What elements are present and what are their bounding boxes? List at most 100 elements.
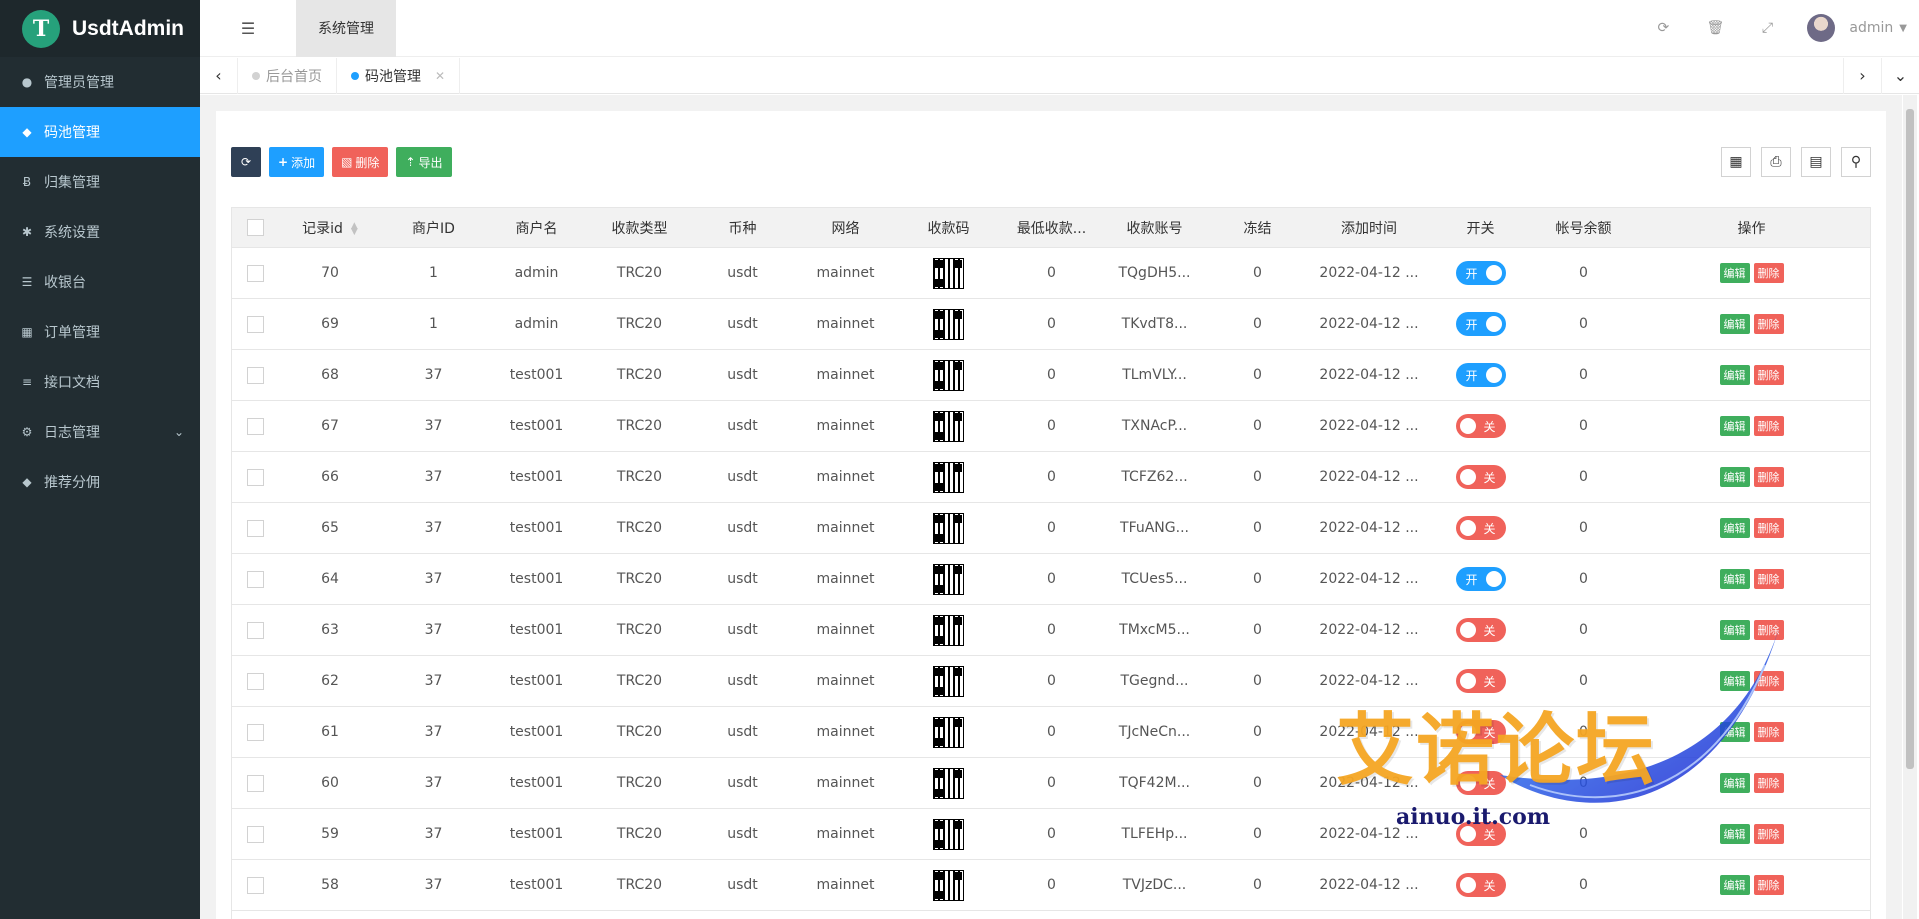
menu-toggle-icon[interactable]: ☰: [200, 0, 296, 57]
user-menu[interactable]: admin ▼: [1793, 14, 1919, 42]
qr-code-icon[interactable]: [933, 665, 964, 697]
status-toggle[interactable]: 开: [1455, 363, 1506, 387]
qr-code-icon[interactable]: [933, 512, 964, 544]
tabs-next-icon[interactable]: ›: [1843, 57, 1881, 94]
sidebar-item-5[interactable]: ▦ 订单管理: [0, 307, 200, 357]
edit-button[interactable]: 编辑: [1719, 722, 1750, 742]
qr-code-icon[interactable]: [933, 767, 964, 799]
export-table-icon[interactable]: ▤: [1801, 147, 1831, 177]
status-toggle[interactable]: 关: [1455, 873, 1506, 897]
delete-row-button[interactable]: 删除: [1753, 416, 1784, 436]
header-tab-system[interactable]: 系统管理: [296, 0, 396, 57]
row-checkbox[interactable]: [246, 774, 264, 792]
edit-button[interactable]: 编辑: [1719, 620, 1750, 640]
tab-home[interactable]: 后台首页: [238, 57, 337, 94]
delete-row-button[interactable]: 删除: [1753, 314, 1784, 334]
fullscreen-icon[interactable]: ⤢: [1741, 20, 1793, 36]
status-toggle[interactable]: 关: [1455, 669, 1506, 693]
print-icon[interactable]: ⎙: [1761, 147, 1791, 177]
delete-row-button[interactable]: 删除: [1753, 824, 1784, 844]
status-toggle[interactable]: 关: [1455, 414, 1506, 438]
edit-button[interactable]: 编辑: [1719, 569, 1750, 589]
edit-button[interactable]: 编辑: [1719, 416, 1750, 436]
status-toggle[interactable]: 关: [1455, 465, 1506, 489]
edit-button[interactable]: 编辑: [1719, 773, 1750, 793]
qr-code-icon[interactable]: [933, 716, 964, 748]
row-checkbox[interactable]: [246, 723, 264, 741]
status-toggle[interactable]: 开: [1455, 312, 1506, 336]
select-all-checkbox[interactable]: [246, 219, 264, 236]
columns-icon[interactable]: ▦: [1721, 147, 1751, 177]
search-icon[interactable]: ⚲: [1841, 147, 1871, 177]
logo[interactable]: T UsdtAdmin: [0, 0, 200, 57]
delete-row-button[interactable]: 删除: [1753, 365, 1784, 385]
delete-row-button[interactable]: 删除: [1753, 671, 1784, 691]
row-checkbox[interactable]: [246, 519, 264, 537]
qr-code-icon[interactable]: [933, 614, 964, 646]
status-toggle[interactable]: 关: [1455, 618, 1506, 642]
qr-code-icon[interactable]: [933, 257, 964, 289]
edit-button[interactable]: 编辑: [1719, 875, 1750, 895]
refresh-button[interactable]: ⟳: [231, 147, 261, 177]
qr-code-icon[interactable]: [933, 869, 964, 901]
export-button[interactable]: ⇡ 导出: [396, 147, 452, 177]
status-toggle[interactable]: 关: [1455, 822, 1506, 846]
qr-code-icon[interactable]: [933, 818, 964, 850]
status-toggle[interactable]: 开: [1455, 261, 1506, 285]
edit-button[interactable]: 编辑: [1719, 824, 1750, 844]
trash-icon[interactable]: 🗑: [1689, 20, 1741, 36]
delete-row-button[interactable]: 删除: [1753, 722, 1784, 742]
delete-row-button[interactable]: 删除: [1753, 620, 1784, 640]
sort-icon[interactable]: ▲ ▼: [351, 221, 358, 236]
tab-code-pool[interactable]: 码池管理 ✕: [337, 57, 461, 94]
tabs-dropdown-icon[interactable]: ⌄: [1881, 57, 1919, 94]
row-checkbox[interactable]: [246, 315, 264, 333]
delete-row-button[interactable]: 删除: [1753, 875, 1784, 895]
status-toggle[interactable]: 关: [1455, 516, 1506, 540]
qr-code-icon[interactable]: [933, 359, 964, 391]
delete-row-button[interactable]: 删除: [1753, 467, 1784, 487]
edit-button[interactable]: 编辑: [1719, 263, 1750, 283]
edit-button[interactable]: 编辑: [1719, 314, 1750, 334]
delete-button[interactable]: ▧ 删除: [332, 147, 389, 177]
edit-button[interactable]: 编辑: [1719, 671, 1750, 691]
qr-code-icon[interactable]: [933, 308, 964, 340]
edit-button[interactable]: 编辑: [1719, 365, 1750, 385]
qr-code-icon[interactable]: [933, 410, 964, 442]
page-scrollbar[interactable]: [1903, 95, 1917, 919]
row-checkbox[interactable]: [246, 468, 264, 486]
delete-row-button[interactable]: 删除: [1753, 773, 1784, 793]
sidebar-item-8[interactable]: ◆ 推荐分佣: [0, 457, 200, 507]
qr-code-icon[interactable]: [933, 563, 964, 595]
refresh-icon[interactable]: ⟳: [1637, 20, 1689, 36]
sidebar-item-4[interactable]: ☰ 收银台: [0, 257, 200, 307]
edit-button[interactable]: 编辑: [1719, 467, 1750, 487]
delete-row-button[interactable]: 删除: [1753, 263, 1784, 283]
row-checkbox[interactable]: [246, 621, 264, 639]
status-toggle[interactable]: 开: [1455, 567, 1506, 591]
close-icon[interactable]: ✕: [435, 69, 445, 83]
delete-row-button[interactable]: 删除: [1753, 569, 1784, 589]
row-checkbox[interactable]: [246, 366, 264, 384]
edit-button[interactable]: 编辑: [1719, 518, 1750, 538]
sidebar-item-0[interactable]: ● 管理员管理: [0, 57, 200, 107]
row-checkbox[interactable]: [246, 876, 264, 894]
row-checkbox[interactable]: [246, 825, 264, 843]
sidebar-item-2[interactable]: Ƀ 归集管理: [0, 157, 200, 207]
row-checkbox[interactable]: [246, 417, 264, 435]
status-toggle[interactable]: 关: [1455, 771, 1506, 795]
scrollbar-thumb[interactable]: [1906, 109, 1914, 769]
sidebar-item-7[interactable]: ⚙ 日志管理 ⌄: [0, 407, 200, 457]
sidebar-item-3[interactable]: ✱ 系统设置: [0, 207, 200, 257]
sidebar-item-1[interactable]: ◆ 码池管理: [0, 107, 200, 157]
row-checkbox[interactable]: [246, 570, 264, 588]
qr-code-icon[interactable]: [933, 461, 964, 493]
row-checkbox[interactable]: [246, 264, 264, 282]
delete-row-button[interactable]: 删除: [1753, 518, 1784, 538]
row-checkbox[interactable]: [246, 672, 264, 690]
sidebar-item-6[interactable]: ≡ 接口文档: [0, 357, 200, 407]
status-toggle[interactable]: 关: [1455, 720, 1506, 744]
add-button[interactable]: + 添加: [269, 147, 325, 177]
column-header[interactable]: 记录id ▲ ▼: [278, 218, 382, 238]
tabs-prev-icon[interactable]: ‹: [200, 57, 238, 94]
